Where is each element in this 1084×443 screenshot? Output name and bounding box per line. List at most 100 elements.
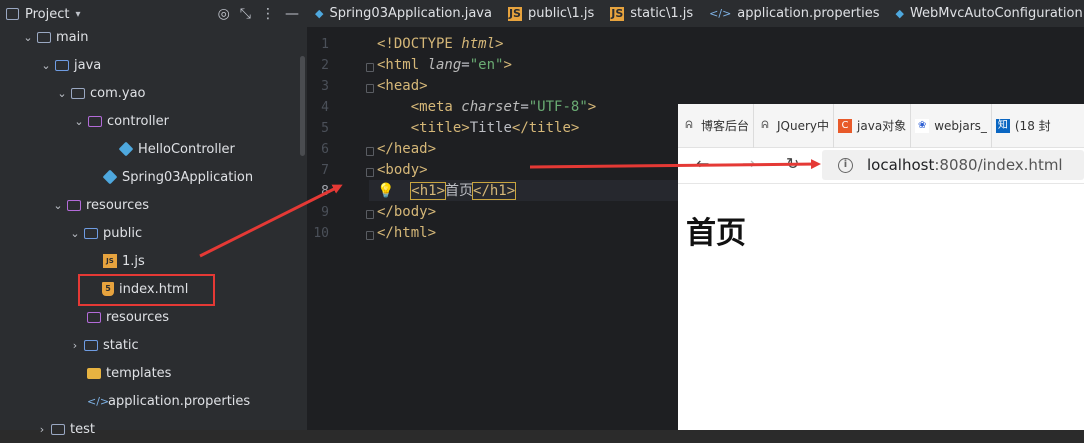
resources-folder-icon bbox=[87, 311, 101, 323]
line-number: 2 bbox=[321, 58, 329, 73]
js-file-icon: JS bbox=[610, 6, 625, 21]
chevron-right-icon[interactable]: › bbox=[69, 339, 81, 352]
code-line-7: <body> bbox=[377, 162, 428, 178]
bookmark-item[interactable]: ᕱ 博客后台 bbox=[678, 103, 755, 148]
fold-marker-icon[interactable] bbox=[366, 147, 374, 156]
bookmark-item[interactable]: ❀ webjars_ bbox=[911, 103, 992, 148]
code-token: = bbox=[520, 99, 529, 115]
fold-marker-icon[interactable] bbox=[366, 168, 374, 177]
tree-item-application-properties[interactable]: </> application.properties bbox=[0, 387, 307, 415]
spring-class-icon bbox=[102, 169, 118, 185]
code-line-6: </head> bbox=[377, 141, 437, 157]
tree-item-spring03application[interactable]: Spring03Application bbox=[0, 163, 307, 191]
tree-item-label: public bbox=[103, 225, 143, 241]
tree-item-main[interactable]: ⌄ main bbox=[0, 23, 307, 51]
tree-item-public[interactable]: ⌄ public bbox=[0, 219, 307, 247]
tree-item-label: resources bbox=[86, 197, 150, 213]
line-number: 10 bbox=[313, 226, 329, 241]
class-icon bbox=[118, 141, 134, 157]
code-line-5: <title>Title</title> bbox=[377, 118, 580, 139]
tab-label: public\1.js bbox=[527, 6, 595, 21]
code-line-4: <meta charset="UTF-8"> bbox=[377, 97, 597, 118]
tree-item-label: templates bbox=[106, 365, 172, 381]
line-number: 5 bbox=[321, 121, 329, 136]
line-number: 6 bbox=[321, 142, 329, 157]
chevron-down-icon[interactable]: ⌄ bbox=[22, 31, 34, 44]
code-token: "UTF-8" bbox=[528, 99, 588, 115]
tree-item-1-js[interactable]: JS 1.js bbox=[0, 247, 307, 275]
scrollbar-thumb[interactable] bbox=[300, 56, 305, 156]
lightbulb-icon[interactable]: 💡 bbox=[377, 183, 394, 199]
tree-item-label: java bbox=[74, 57, 102, 73]
fold-marker-icon[interactable] bbox=[366, 231, 374, 240]
bookmark-icon: ᕱ bbox=[761, 119, 769, 131]
tree-item-resources[interactable]: ⌄ resources bbox=[0, 191, 307, 219]
chevron-down-icon[interactable]: ⌄ bbox=[69, 227, 81, 240]
tree-item-controller[interactable]: ⌄ controller bbox=[0, 107, 307, 135]
tree-item-hellocontroller[interactable]: HelloController bbox=[0, 135, 307, 163]
browser-window: ᕱ 博客后台 ᕱ JQuery中 C java对象 ❀ webjars_ 知 (… bbox=[678, 103, 1084, 430]
code-line-3: <head> bbox=[377, 78, 428, 94]
tab-application-properties[interactable]: </> application.properties bbox=[701, 0, 887, 28]
bookmark-item[interactable]: ᕱ JQuery中 bbox=[754, 103, 835, 148]
reload-icon[interactable]: ↻ bbox=[786, 154, 799, 173]
page-heading: 首页 bbox=[686, 216, 746, 251]
code-token: </h1> bbox=[472, 182, 517, 200]
tree-item-label: application.properties bbox=[108, 393, 251, 409]
tree-item-label: static bbox=[103, 337, 139, 353]
tab-static-1-js[interactable]: JS static\1.js bbox=[602, 0, 701, 28]
code-token: <title> bbox=[410, 120, 470, 136]
line-number: 8 bbox=[321, 184, 329, 199]
line-number: 9 bbox=[321, 205, 329, 220]
line-number: 1 bbox=[321, 37, 329, 52]
chevron-down-icon[interactable]: ⌄ bbox=[56, 87, 68, 100]
address-bar[interactable]: i localhost:8080/index.html bbox=[822, 150, 1084, 180]
code-token: <!DOCTYPE bbox=[377, 36, 462, 52]
bookmark-label: 博客后台 bbox=[701, 119, 750, 133]
tree-item-resources-2[interactable]: resources bbox=[0, 303, 307, 331]
tree-item-static[interactable]: › static bbox=[0, 331, 307, 359]
tree-item-test[interactable]: › test bbox=[0, 415, 307, 443]
tab-spring03application[interactable]: ◆ Spring03Application.java bbox=[307, 0, 500, 28]
chevron-down-icon[interactable]: ⌄ bbox=[40, 59, 52, 72]
code-line-10: </html> bbox=[377, 225, 437, 241]
chevron-down-icon[interactable]: ⌄ bbox=[73, 115, 85, 128]
code-line-2: <html lang="en"> bbox=[377, 55, 512, 76]
line-number: 3 bbox=[321, 79, 329, 94]
code-token: > bbox=[495, 36, 504, 52]
tab-label: static\1.js bbox=[630, 6, 694, 21]
project-pane: Project ▾ ◎ ⤡ ⋮ — ⌄ main ⌄ java ⌄ com.ya… bbox=[0, 0, 307, 437]
bookmark-label: java对象 bbox=[857, 119, 907, 133]
project-title[interactable]: Project bbox=[25, 7, 69, 22]
chevron-down-icon[interactable]: ▾ bbox=[75, 9, 80, 20]
chevron-right-icon[interactable]: › bbox=[36, 423, 48, 436]
chevron-down-icon[interactable]: ⌄ bbox=[52, 199, 64, 212]
url-path: :8080/index.html bbox=[934, 156, 1063, 174]
fold-marker-icon[interactable] bbox=[366, 63, 374, 72]
back-arrow-icon[interactable]: ← bbox=[696, 154, 709, 173]
bookmark-item[interactable]: 知 (18 封 bbox=[992, 104, 1055, 148]
bookmark-label: webjars_ bbox=[934, 118, 987, 133]
project-tree: ⌄ main ⌄ java ⌄ com.yao ⌄ controller Hel… bbox=[0, 28, 307, 437]
bookmark-item[interactable]: C java对象 bbox=[834, 103, 912, 148]
resources-folder-icon bbox=[67, 199, 81, 211]
forward-arrow-icon[interactable]: → bbox=[742, 154, 755, 173]
folder-icon bbox=[84, 227, 98, 239]
tab-webmvcautoconfiguration[interactable]: ◆ WebMvcAutoConfiguration.j bbox=[887, 0, 1084, 28]
tab-public-1-js[interactable]: JS public\1.js bbox=[500, 0, 602, 28]
code-token: </title> bbox=[511, 120, 580, 136]
info-icon[interactable]: i bbox=[838, 157, 853, 173]
code-token: Title bbox=[469, 120, 512, 136]
code-line-9: </body> bbox=[377, 204, 437, 220]
tree-item-com-yao[interactable]: ⌄ com.yao bbox=[0, 79, 307, 107]
code-token: = bbox=[461, 57, 470, 73]
tree-item-java[interactable]: ⌄ java bbox=[0, 51, 307, 79]
tree-item-templates[interactable]: templates bbox=[0, 359, 307, 387]
package-icon bbox=[71, 87, 85, 99]
fold-marker-icon[interactable] bbox=[366, 210, 374, 219]
bookmark-label: JQuery中 bbox=[777, 119, 830, 133]
properties-file-icon: </> bbox=[709, 7, 732, 20]
tab-label: WebMvcAutoConfiguration.j bbox=[909, 6, 1084, 21]
fold-marker-icon[interactable] bbox=[366, 84, 374, 93]
